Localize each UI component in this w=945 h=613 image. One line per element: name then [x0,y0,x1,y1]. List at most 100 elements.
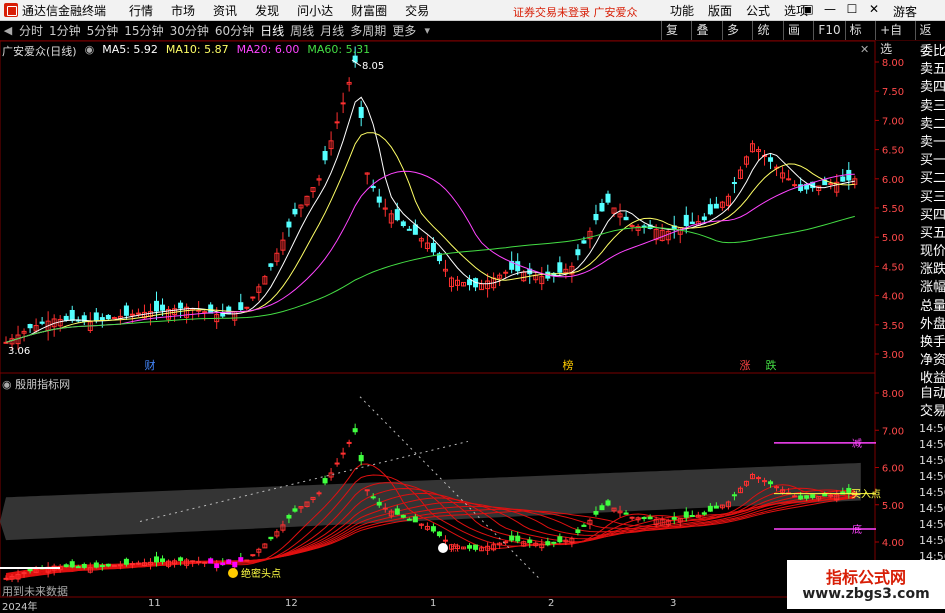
side-item[interactable]: 买四 [917,207,945,225]
low-price-label: 3.06 [8,346,30,357]
side-item[interactable]: 买一 [917,152,945,170]
sub-candle-body [731,494,737,497]
event-mark: 跌 [766,358,777,372]
sub-candle-body [762,480,768,483]
sub-candle-body [208,558,214,564]
sub-candle-body [346,441,352,444]
candle-body [768,157,774,162]
candle-body [786,178,792,181]
side-item[interactable]: 买二 [917,170,945,188]
side-item[interactable]: 卖一 [917,134,945,152]
candle-body [69,309,75,321]
side-item[interactable]: 净资 [917,352,945,370]
side-item[interactable]: 卖五 [917,61,945,79]
candle-body [3,341,9,344]
level-label-mid: 买入点 [851,489,881,501]
sub-candle-body [178,557,184,561]
trade-side-panel: 自动交易14:5614:5614:5614:5614:5614:5614:561… [917,385,945,565]
chart-close-icon[interactable]: ✕ [860,43,869,56]
high-price-label: 8.05 [362,61,384,72]
side-item[interactable]: 卖二 [917,116,945,134]
event-mark: 财 [145,358,156,372]
side-item[interactable]: 换手 [917,334,945,352]
ma20-label: MA20: 6.00 [236,43,300,56]
sub-candle-body [238,557,244,562]
side-item[interactable]: 买五 [917,225,945,243]
sub-candle-body [370,496,376,499]
sub-candle-body [689,514,695,517]
side-item[interactable]: 买三 [917,189,945,207]
settings-icon[interactable]: ◉ [85,43,95,59]
y-tick-label: 3.50 [882,321,904,332]
side-item[interactable]: 卖三 [917,98,945,116]
candle-body [370,185,376,189]
sub-y-tick-label: 7.00 [882,426,904,437]
candle-body [99,317,105,321]
candle-body [557,262,563,273]
y-tick-label: 6.50 [882,146,904,157]
sub-candle-body [551,541,557,544]
sub-candle-body [575,529,581,534]
sub-candle-body [292,508,298,512]
app-window: 通达信金融终端 行情 市场 资讯 发现 问小达 财富圈 交易 证券交易未登录 广… [0,0,945,613]
kline-chart[interactable]: 8.00 7.50 7.00 6.50 6.00 5.50 5.00 4.50 4.00 3.50… [0,0,945,609]
ma10-label: MA10: 5.87 [165,43,229,56]
candle-body [623,216,629,221]
sub-candle-body [406,518,412,521]
side-trade-item[interactable]: 交易 [917,403,945,421]
candle-body [629,225,635,228]
sub-candle-body [190,560,196,563]
side-item[interactable]: 总量 [917,298,945,316]
sub-candle-body [756,477,761,480]
sub-candle-body [436,531,442,537]
sub-candle-body [214,563,220,569]
sub-y-tick-label: 4.00 [882,538,904,549]
side-time: 14:56 [919,518,945,532]
side-item[interactable]: 卖四 [917,79,945,97]
side-item[interactable]: 外盘 [917,316,945,334]
sub-candle-body [268,536,274,540]
candle-body [226,306,232,315]
y-tick-label: 3.00 [882,350,904,361]
sub-candle-body [798,495,804,500]
candle-body [27,324,33,329]
sub-candle-body [382,507,388,510]
stock-title[interactable]: 广安爱众(日线) [2,43,77,59]
sub-candle-body [220,562,226,566]
pin-icon [438,543,448,553]
candle-body [376,196,382,203]
candle-body [202,311,208,314]
candle-body [406,228,412,231]
sub-y-tick-label: 5.00 [882,501,904,512]
side-time: 14:56 [919,438,945,452]
side-item[interactable]: 涨跌 [917,261,945,279]
candle-body [292,208,298,215]
sub-candle-body [774,486,780,489]
side-item[interactable]: 涨幅 [917,279,945,297]
candle-body [244,306,250,309]
indicator-settings-icon[interactable]: ◉ [2,378,12,391]
sub-candle-body [430,526,436,532]
side-trade-item[interactable]: 自动 [917,385,945,403]
candle-body [503,271,509,274]
sub-candle-body [21,572,27,575]
x-axis-label: 12 [285,598,298,609]
sub-candle-body [105,563,111,567]
smile-icon [228,568,238,578]
candle-body [129,313,135,316]
side-time: 14:56 [919,534,945,548]
sub-candle-body [467,545,473,549]
sub-candle-body [701,512,707,515]
side-item[interactable]: 委比 [917,43,945,61]
ma5-label: MA5: 5.92 [102,43,158,56]
y-tick-label: 4.50 [882,262,904,273]
candle-body [828,182,834,185]
level-label-top: 减 [852,438,862,450]
sub-candle-body [250,554,256,557]
sub-candle-body [527,539,533,543]
candle-body [840,176,846,182]
sub-candle-body [81,563,87,568]
side-item[interactable]: 现价 [917,243,945,261]
indicator-title[interactable]: 殷朋指标网 [15,378,70,391]
x-axis-label: 3 [670,598,677,609]
